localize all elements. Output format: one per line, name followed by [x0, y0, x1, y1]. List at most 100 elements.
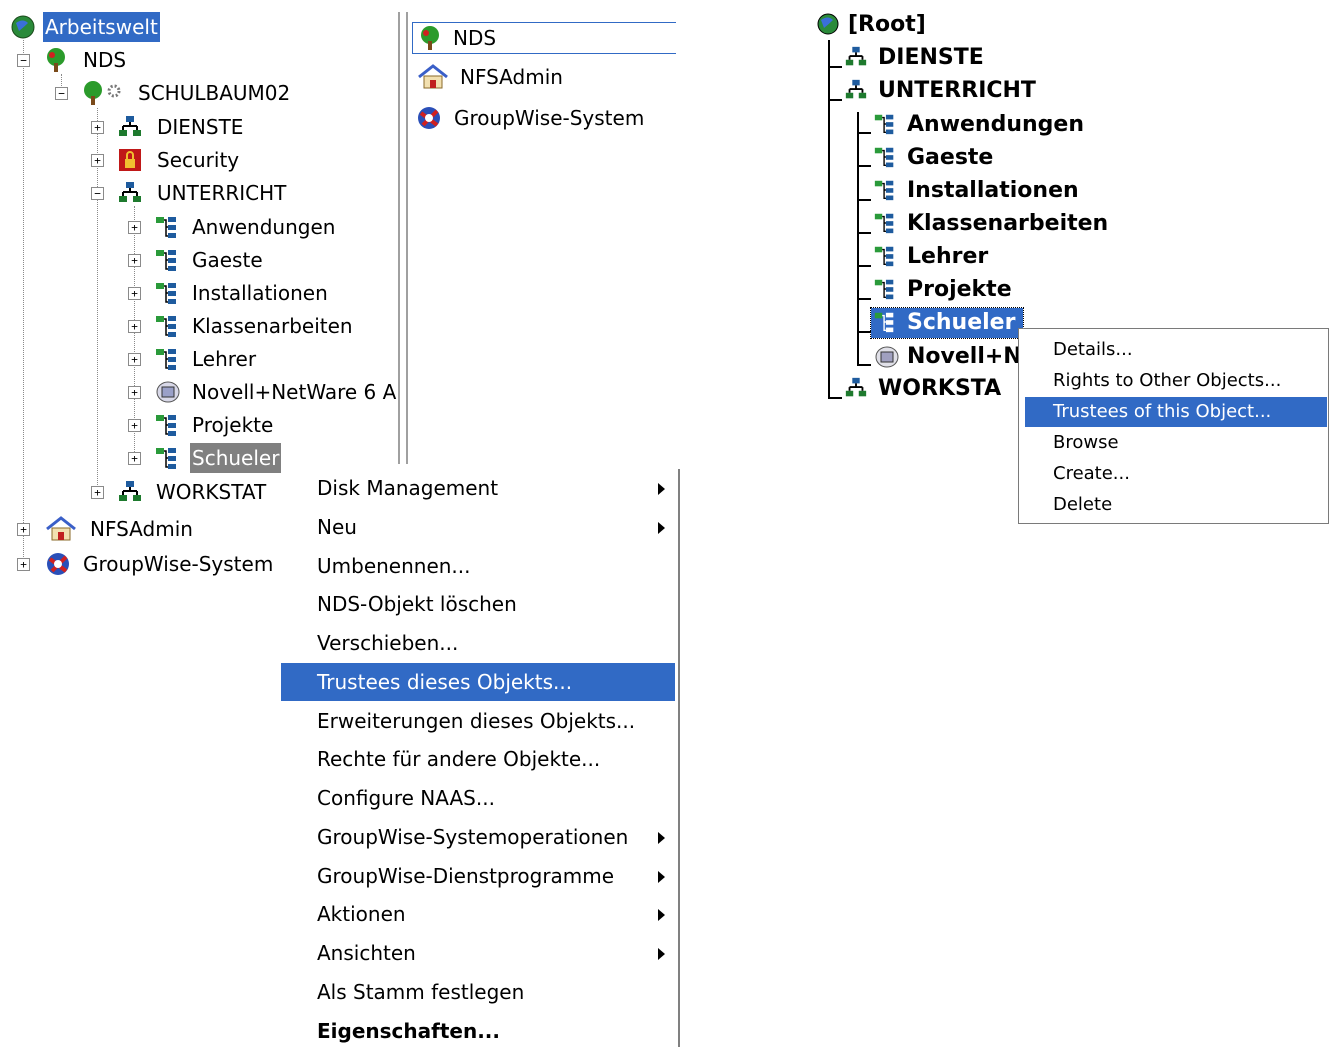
menu-label: Trustees dieses Objekts... — [317, 670, 573, 694]
ctx-item-browse[interactable]: Browse — [1025, 428, 1327, 458]
object-list: NDS NFSAdmin GroupWise-System — [410, 16, 678, 146]
menu-item-verschieben[interactable]: Verschieben... — [281, 624, 675, 662]
menu-label: Delete — [1053, 494, 1113, 515]
menu-label: Eigenschaften... — [317, 1019, 500, 1043]
tree-label: NFSAdmin — [90, 517, 193, 541]
ctx-item-create[interactable]: Create... — [1025, 459, 1327, 489]
menu-item-gw-dienstprogramme[interactable]: GroupWise-Dienstprogramme — [281, 857, 675, 895]
tree-label: Schueler — [190, 443, 282, 473]
menu-label: Ansichten — [317, 941, 416, 965]
tree-label: Novell+NetWare 6 A — [192, 380, 397, 404]
expand-icon[interactable]: + — [128, 221, 141, 234]
expand-icon[interactable]: + — [128, 254, 141, 267]
tree-label: WORKSTA — [878, 376, 1002, 401]
expand-icon[interactable]: + — [91, 121, 104, 134]
sub-ou-icon — [156, 217, 176, 238]
tree-label: DIENSTE — [157, 115, 244, 139]
menu-item-loeschen[interactable]: NDS-Objekt löschen — [281, 585, 675, 623]
ctx-item-delete[interactable]: Delete — [1025, 490, 1327, 520]
sub-ou-icon — [874, 180, 894, 201]
menu-item-aktionen[interactable]: Aktionen — [281, 895, 675, 933]
ctx-item-details[interactable]: Details... — [1025, 335, 1327, 365]
menu-item-trustees[interactable]: Trustees dieses Objekts... — [281, 663, 675, 701]
sub-ou-icon — [156, 448, 176, 469]
sub-ou-icon — [156, 349, 176, 370]
list-item-nds[interactable]: NDS — [412, 22, 676, 54]
tree-label: Projekte — [907, 277, 1012, 302]
collapse-icon[interactable]: − — [55, 87, 68, 100]
submenu-arrow-icon — [658, 871, 665, 883]
tree-label: Installationen — [192, 281, 328, 305]
gear-icon — [107, 84, 121, 98]
tree-label: Security — [157, 148, 240, 172]
tree-label: Projekte — [192, 413, 274, 437]
sub-ou-icon — [874, 213, 894, 234]
org-unit-icon — [845, 377, 867, 397]
menu-label: NDS-Objekt löschen — [317, 592, 517, 616]
tree-label: Anwendungen — [192, 215, 336, 239]
sub-ou-icon — [156, 316, 176, 337]
house-icon — [46, 516, 76, 541]
groupwise-icon — [418, 107, 440, 129]
org-unit-icon — [119, 182, 141, 202]
expand-icon[interactable]: + — [128, 386, 141, 399]
globe-icon — [817, 13, 839, 35]
menu-item-rechte[interactable]: Rechte für andere Objekte... — [281, 740, 675, 778]
sub-ou-icon — [156, 250, 176, 271]
menu-label: Erweiterungen dieses Objekts... — [317, 709, 636, 733]
expand-icon[interactable]: + — [128, 353, 141, 366]
menu-item-erweiterungen[interactable]: Erweiterungen dieses Objekts... — [281, 702, 675, 740]
groupwise-icon — [47, 553, 69, 575]
collapse-icon[interactable]: − — [91, 187, 104, 200]
tree-label: Klassenarbeiten — [192, 314, 353, 338]
org-unit-icon — [119, 116, 141, 136]
menu-item-eigenschaften[interactable]: Eigenschaften... — [281, 1012, 675, 1050]
ctx-item-rights[interactable]: Rights to Other Objects... — [1025, 366, 1327, 396]
menu-label: Browse — [1053, 432, 1119, 453]
right-context-menu: Details... Rights to Other Objects... Tr… — [1018, 328, 1329, 524]
submenu-arrow-icon — [658, 483, 665, 495]
house-icon — [418, 64, 448, 89]
menu-label: GroupWise-Dienstprogramme — [317, 864, 615, 888]
expand-icon[interactable]: + — [128, 287, 141, 300]
tree-label: Anwendungen — [907, 112, 1084, 137]
menu-item-disk-management[interactable]: Disk Management — [281, 469, 675, 507]
collapse-icon[interactable]: − — [17, 54, 30, 67]
submenu-arrow-icon — [658, 832, 665, 844]
tree-label: Novell+N — [907, 344, 1022, 369]
expand-icon[interactable]: + — [128, 419, 141, 432]
sub-ou-icon — [874, 279, 894, 300]
list-label: NFSAdmin — [460, 65, 563, 89]
menu-item-als-stamm[interactable]: Als Stamm festlegen — [281, 973, 675, 1011]
menu-label: Trustees of this Object... — [1053, 401, 1272, 422]
sub-ou-icon — [874, 147, 894, 168]
tree-label: NDS — [83, 48, 127, 72]
menu-label: Aktionen — [317, 902, 406, 926]
right-tree: [Root] DIENSTE UNTERRICHT Anwendungen Ga… — [814, 8, 1108, 408]
menu-label: Neu — [317, 515, 357, 539]
expand-icon[interactable]: + — [91, 486, 104, 499]
tree-label: Schueler — [907, 310, 1016, 335]
tree-label: UNTERRICHT — [878, 78, 1036, 103]
expand-icon[interactable]: + — [128, 452, 141, 465]
expand-icon[interactable]: + — [128, 320, 141, 333]
menu-label: Disk Management — [317, 476, 499, 500]
expand-icon[interactable]: + — [91, 154, 104, 167]
submenu-arrow-icon — [658, 522, 665, 534]
expand-icon[interactable]: + — [17, 558, 30, 571]
menu-item-configure-naas[interactable]: Configure NAAS... — [281, 779, 675, 817]
org-unit-icon — [845, 46, 867, 66]
submenu-arrow-icon — [658, 909, 665, 921]
tree-label: DIENSTE — [878, 45, 984, 70]
menu-item-umbenennen[interactable]: Umbenennen... — [281, 547, 675, 585]
menu-item-ansichten[interactable]: Ansichten — [281, 934, 675, 972]
globe-icon — [11, 15, 35, 39]
expand-icon[interactable]: + — [17, 523, 30, 536]
tree-label: Gaeste — [192, 248, 263, 272]
pane-splitter[interactable] — [398, 12, 408, 464]
ctx-item-trustees[interactable]: Trustees of this Object... — [1025, 397, 1327, 427]
menu-item-neu[interactable]: Neu — [281, 508, 675, 546]
menu-item-gw-systemoperationen[interactable]: GroupWise-Systemoperationen — [281, 818, 675, 856]
context-menu: Disk Management Neu Umbenennen... NDS-Ob… — [281, 469, 680, 1047]
menu-label: Rights to Other Objects... — [1053, 370, 1282, 391]
